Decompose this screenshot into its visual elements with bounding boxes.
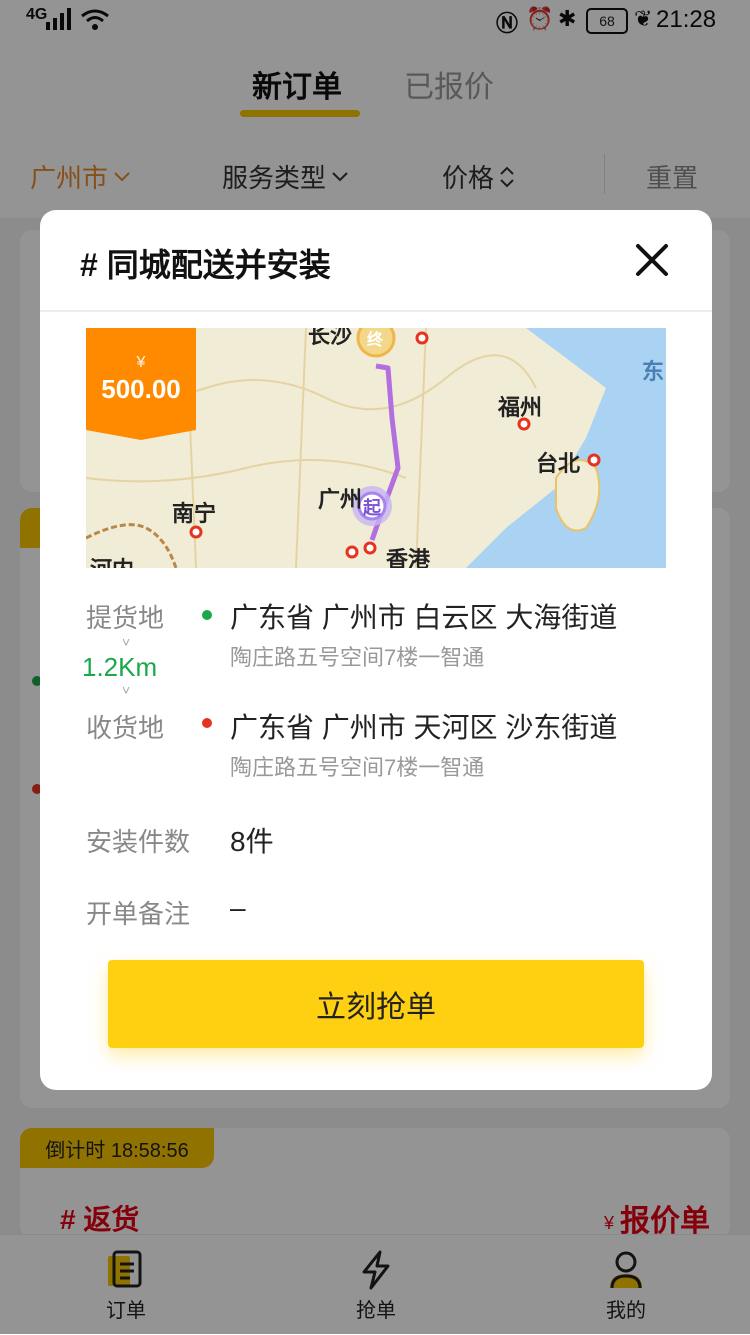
map-label-east: 东 [642,359,665,384]
install-count-label: 安装件数 [86,827,191,857]
map-label-nanning: 南宁 [172,501,217,526]
map-label-taipei: 台北 [536,451,581,476]
delivery-detail: 陶庄路五号空间7楼一智通 [230,755,485,780]
install-count-value: 8件 [230,826,274,857]
divider [40,310,712,312]
pickup-label: 提货地 [86,603,165,633]
map-label-changsha: 长沙 [308,328,353,348]
map-label-fuzhou: 福州 [498,395,543,420]
price-currency: ¥ [136,353,146,371]
down-arrows-icon: ˅ [122,682,131,698]
down-arrows-icon: ˅ [122,634,131,650]
price-tag-tip [86,430,196,440]
delivery-address: 广东省 广州市 天河区 沙东街道 [230,712,618,743]
start-marker-label: 起 [363,498,381,518]
order-detail-modal: # 同城配送并安装 长沙 福州 台北 南宁 广州 香港 东 起 终 ¥ 500.… [40,210,712,1090]
distance: 1.2Km [82,652,158,682]
remark-value: – [230,892,246,923]
pickup-address: 广东省 广州市 白云区 大海街道 [230,602,618,633]
map-label-guangzhou: 广州 [318,487,363,512]
map-label-hanoi: 河内 [90,552,134,568]
end-marker-label: 终 [367,332,384,349]
pickup-dot [202,610,212,620]
pickup-detail: 陶庄路五号空间7楼一智通 [230,645,485,670]
close-icon[interactable] [632,240,672,280]
map-label-hongkong: 香港 [386,547,431,568]
modal-title: # 同城配送并安装 [80,247,331,283]
remark-label: 开单备注 [86,899,191,929]
price-amount: 500.00 [101,373,181,404]
price-tag: ¥ 500.00 [86,328,196,430]
delivery-dot [202,718,212,728]
grab-order-button[interactable]: 立刻抢单 [108,960,644,1048]
delivery-label: 收货地 [86,713,165,743]
